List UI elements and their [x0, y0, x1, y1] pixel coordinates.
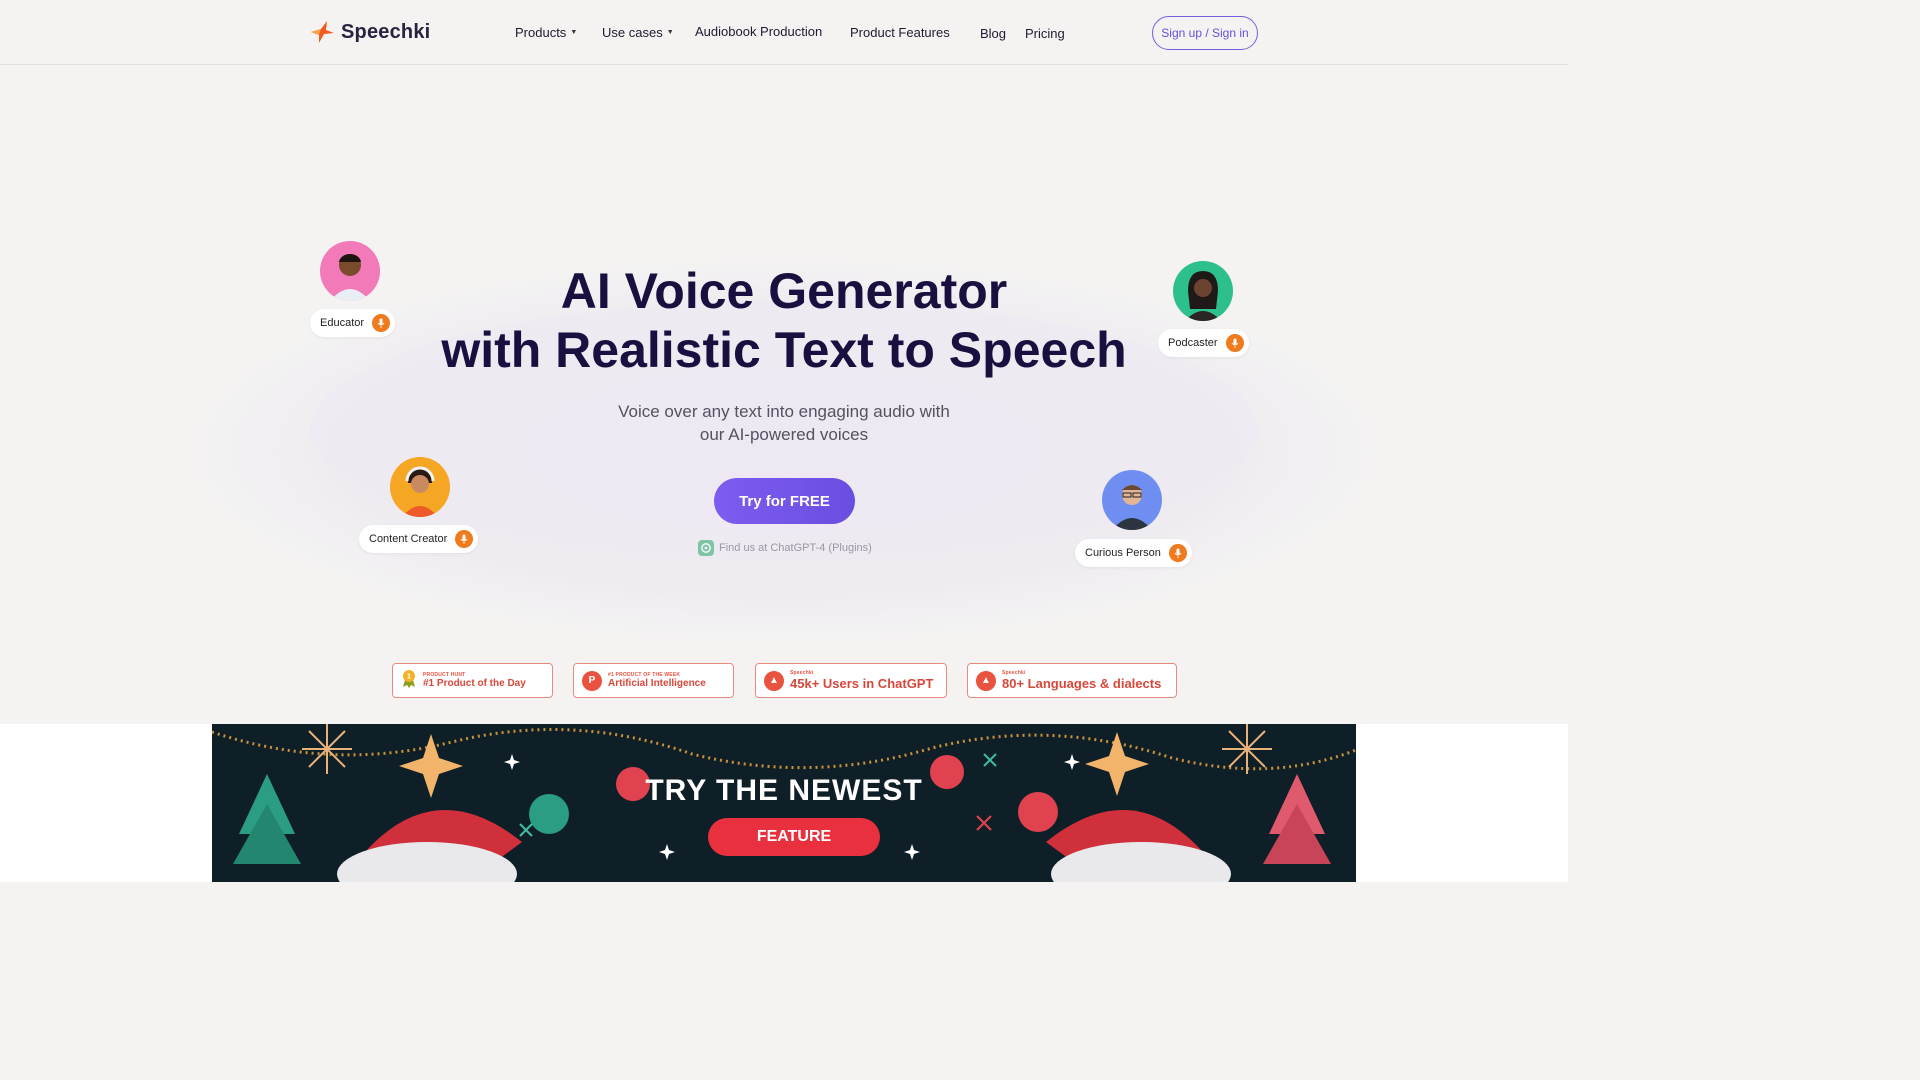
microphone-icon: [455, 530, 474, 548]
microphone-icon: [1168, 544, 1187, 562]
nav-pricing-label: Pricing: [1025, 26, 1065, 41]
nav-features-label: Product Features: [850, 25, 950, 40]
nav-audiobook-label: Audiobook Production: [695, 24, 823, 39]
banner-title: TRY THE NEWEST: [645, 774, 923, 807]
podcaster-avatar: [1173, 261, 1233, 321]
nav-use-cases-label: Use cases: [602, 25, 663, 40]
persona-curious-person-label: Curious Person: [1085, 547, 1161, 559]
nav-audiobook-production[interactable]: Audiobook Production: [695, 24, 822, 39]
badge-main-text: #1 Product of the Day: [423, 678, 526, 689]
badge-languages[interactable]: ▲ Speechki 80+ Languages & dialects: [967, 663, 1177, 698]
nav-products[interactable]: Products ▼: [515, 25, 577, 40]
chatgpt-plugin-link[interactable]: Find us at ChatGPT-4 (Plugins): [698, 540, 872, 556]
signin-button[interactable]: Sign up / Sign in: [1152, 16, 1258, 50]
try-free-button[interactable]: Try for FREE: [714, 478, 855, 524]
persona-content-creator-label: Content Creator: [369, 533, 448, 545]
nav-blog[interactable]: Blog: [980, 26, 1006, 41]
curious-person-avatar: [1102, 470, 1162, 530]
chatgpt-icon: [698, 540, 714, 556]
persona-podcaster[interactable]: Podcaster: [1158, 329, 1249, 357]
caret-down-icon: ▼: [666, 29, 674, 36]
nav-product-features[interactable]: Product Features: [850, 25, 950, 40]
persona-curious-person[interactable]: Curious Person: [1075, 539, 1192, 567]
persona-educator-label: Educator: [320, 317, 365, 329]
logo[interactable]: Speechki: [309, 20, 430, 44]
microphone-icon: [1225, 334, 1244, 352]
speechki-logo-icon: [311, 21, 334, 43]
microphone-icon: [372, 314, 391, 332]
holiday-feature-banner[interactable]: TRY THE NEWEST FEATURE: [212, 724, 1356, 882]
chatgpt-plugin-text: Find us at ChatGPT-4 (Plugins): [719, 542, 872, 554]
badge-main-text: 45k+ Users in ChatGPT: [790, 676, 934, 691]
hero-title-line2: with Realistic Text to Speech: [441, 322, 1127, 378]
persona-educator[interactable]: Educator: [310, 309, 396, 337]
svg-text:1: 1: [407, 674, 411, 681]
badge-main-text: Artificial Intelligence: [608, 678, 706, 689]
nav-blog-label: Blog: [980, 26, 1007, 41]
persona-podcaster-label: Podcaster: [1168, 337, 1218, 349]
logo-text: Speechki: [341, 20, 431, 43]
badge-product-of-the-day[interactable]: 1 PRODUCT HUNT #1 Product of the Day: [392, 663, 553, 698]
top-navigation: Speechki Products ▼ Use cases ▼ Audioboo…: [0, 0, 1568, 65]
hero-title-line1: AI Voice Generator: [560, 263, 1008, 319]
educator-avatar: [320, 241, 380, 301]
speechki-badge-icon: ▲: [764, 670, 784, 691]
badge-main-text: 80+ Languages & dialects: [1002, 676, 1162, 691]
badge-product-of-the-week[interactable]: P #1 PRODUCT OF THE WEEK Artificial Inte…: [573, 663, 734, 698]
caret-down-icon: ▼: [570, 29, 578, 36]
medal-icon: 1: [401, 668, 417, 693]
hero-subtitle-line2: our AI-powered voices: [699, 425, 869, 444]
feature-pill-button[interactable]: FEATURE: [708, 818, 880, 856]
hero-subtitle-line1: Voice over any text into engaging audio …: [618, 402, 950, 421]
speechki-badge-icon: ▲: [976, 670, 996, 691]
content-creator-avatar: [390, 457, 450, 517]
nav-pricing[interactable]: Pricing: [1025, 26, 1065, 41]
badge-chatgpt-users[interactable]: ▲ Speechki 45k+ Users in ChatGPT: [755, 663, 947, 698]
product-hunt-icon: P: [582, 670, 602, 691]
nav-use-cases[interactable]: Use cases ▼: [602, 25, 674, 40]
persona-content-creator[interactable]: Content Creator: [359, 525, 479, 553]
nav-products-label: Products: [515, 25, 567, 40]
